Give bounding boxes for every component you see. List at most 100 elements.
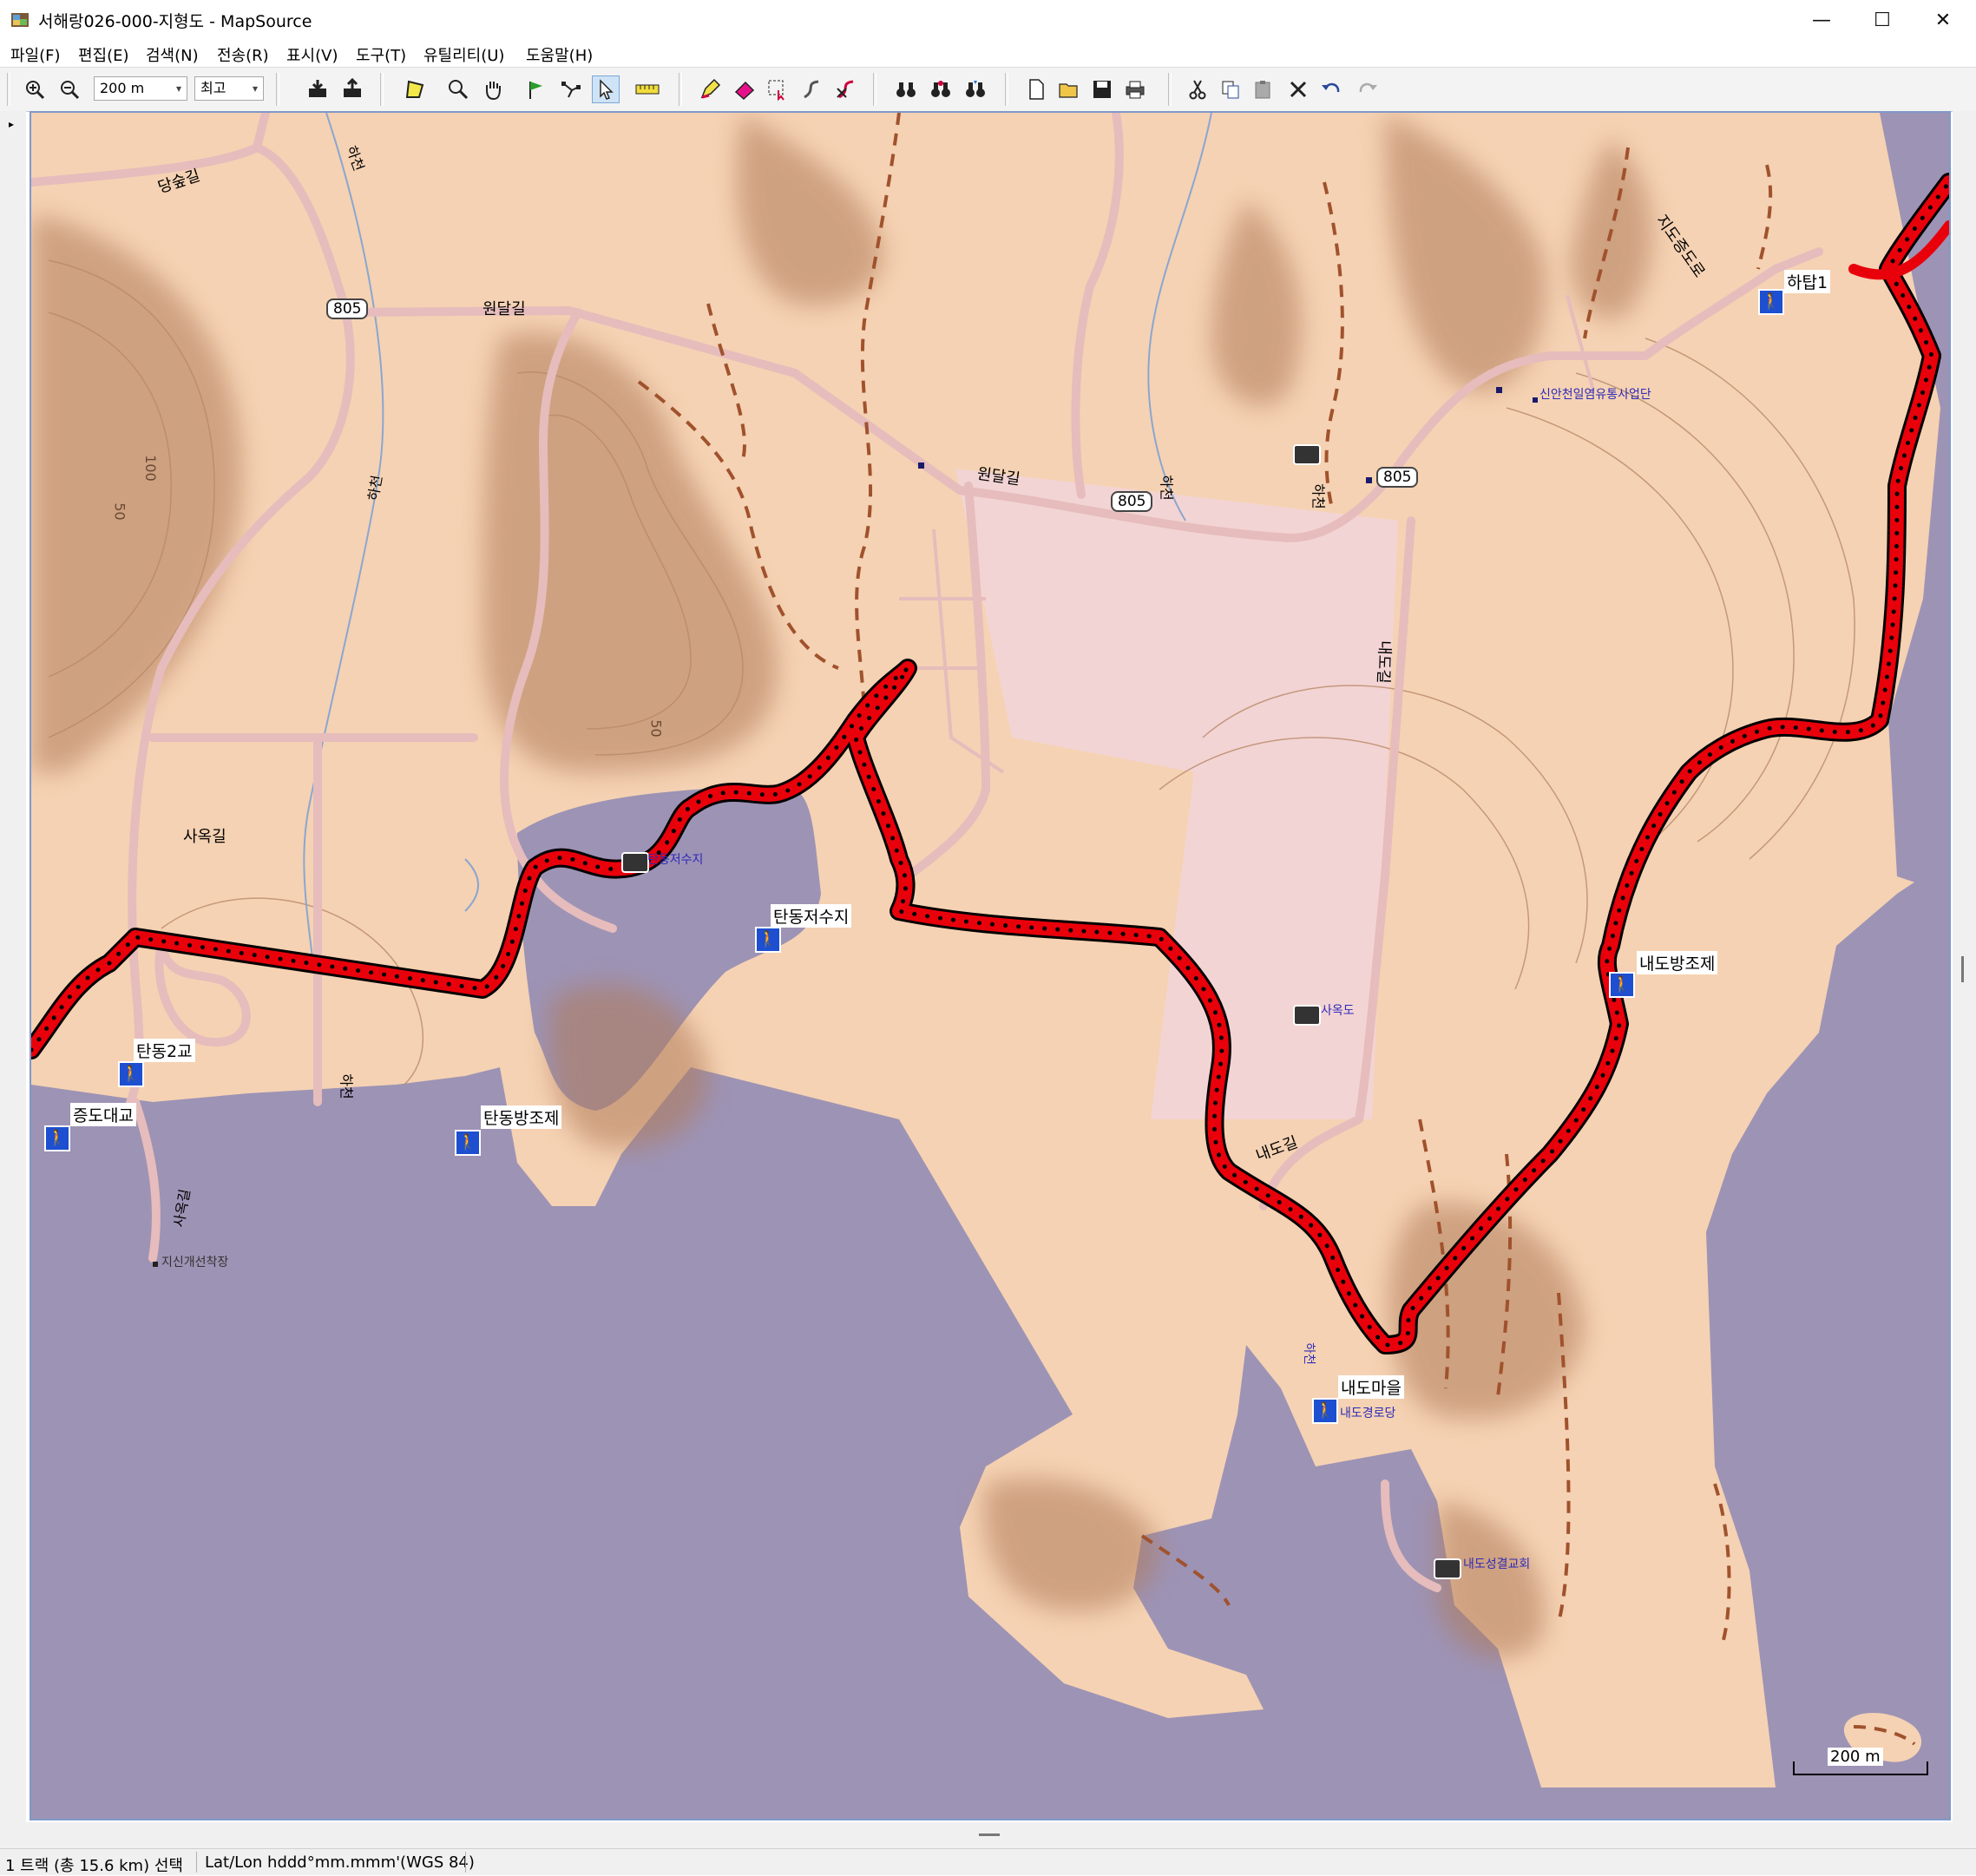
route-shield-number: 805 <box>1383 469 1412 486</box>
redo-button[interactable] <box>1354 75 1382 103</box>
copy-button[interactable] <box>1217 75 1244 103</box>
waypoint-marker[interactable]: 🚶 증도대교 <box>44 1103 136 1151</box>
camera-icon[interactable] <box>621 852 649 873</box>
waypoint-marker[interactable]: 🚶 내도방조제 <box>1609 951 1718 998</box>
minimize-button[interactable]: — <box>1793 0 1850 40</box>
eraser-icon <box>734 81 755 101</box>
waypoint-tool-button[interactable] <box>522 75 550 103</box>
poi-label: 신안천일염유통사업단 <box>1539 388 1651 402</box>
delete-button[interactable] <box>1284 75 1312 103</box>
new-file-button[interactable] <box>1022 75 1050 103</box>
new-document-icon <box>1029 79 1044 100</box>
hiker-icon: 🚶 <box>755 927 781 953</box>
map-view[interactable]: 805 805 805 당숲길 원달길 원달길 사옥길 내도길 내도길 지도증도… <box>30 111 1951 1820</box>
waypoint-marker[interactable]: 🚶 탄동2교 <box>118 1039 195 1087</box>
panel-expand-arrow-icon[interactable]: ▸ <box>9 118 14 130</box>
waypoint-label: 하탑1 <box>1784 270 1831 293</box>
scissors-icon <box>1189 80 1206 100</box>
poi-dot <box>1366 477 1372 483</box>
open-file-button[interactable] <box>1055 75 1083 103</box>
route-icon <box>561 82 581 98</box>
toolbar-separator <box>380 73 384 106</box>
mapsource-app-icon <box>11 13 29 27</box>
waypoint-label: 내도방조제 <box>1637 951 1718 974</box>
scale-bar: 200 m <box>1793 1748 1928 1775</box>
menu-utilities[interactable]: 유틸리티(U) <box>423 43 504 66</box>
detail-level-value: 최고 <box>200 80 226 96</box>
waypoint-marker[interactable]: 🚶 탄동방조제 <box>455 1105 562 1156</box>
send-device-icon <box>344 78 361 97</box>
zoom-in-button[interactable] <box>21 75 49 103</box>
scale-bar-label: 200 m <box>1828 1748 1883 1766</box>
bottom-splitter[interactable] <box>0 1822 1976 1848</box>
menu-view[interactable]: 표시(V) <box>286 43 338 66</box>
status-divider <box>196 1852 197 1873</box>
menu-tools[interactable]: 도구(T) <box>356 43 406 66</box>
printer-icon <box>1126 81 1145 99</box>
paste-button[interactable] <box>1250 75 1277 103</box>
find-places-button[interactable] <box>927 75 955 103</box>
divide-track-button[interactable] <box>831 75 859 103</box>
cut-button[interactable] <box>1184 75 1211 103</box>
menu-file[interactable]: 파일(F) <box>10 43 61 66</box>
find-button[interactable] <box>892 75 920 103</box>
route-shield-number: 805 <box>333 300 362 318</box>
contour-label: 100 <box>141 455 159 482</box>
waypoint-marker[interactable]: 🚶 탄동저수지 <box>755 904 852 953</box>
find-recent-button[interactable] <box>962 75 989 103</box>
magnifier-icon <box>449 80 469 100</box>
status-coordinates-format: Lat/Lon hddd°mm.mmm'(WGS 84) <box>205 1853 475 1872</box>
undo-icon <box>1322 82 1340 93</box>
splitter-handle[interactable] <box>1961 956 1964 982</box>
find-places-icon <box>931 81 950 97</box>
camera-icon[interactable] <box>1293 1005 1321 1026</box>
zoom-out-button[interactable] <box>56 75 83 103</box>
menu-transfer[interactable]: 전송(R) <box>217 43 269 66</box>
paste-icon <box>1255 81 1270 99</box>
splitter-handle[interactable] <box>979 1833 1000 1836</box>
select-tool-button[interactable] <box>592 75 620 103</box>
poi-label: 하천 <box>1301 1342 1316 1365</box>
chevron-down-icon: ▾ <box>175 82 181 95</box>
toolbar-separator <box>276 73 279 106</box>
redo-icon <box>1359 82 1377 93</box>
maximize-button[interactable]: ☐ <box>1854 0 1911 40</box>
menu-search[interactable]: 검색(N) <box>146 43 199 66</box>
copy-icon <box>1222 81 1239 99</box>
menu-edit[interactable]: 편집(E) <box>78 43 129 66</box>
road-label: 사옥길 <box>183 828 226 846</box>
draw-track-button[interactable] <box>696 75 724 103</box>
waypoint-marker[interactable]: 🚶 하탑1 <box>1758 270 1831 315</box>
menu-help[interactable]: 도움말(H) <box>526 43 593 66</box>
receive-from-device-button[interactable] <box>304 75 332 103</box>
waypoint-label: 탄동방조제 <box>481 1105 562 1129</box>
road-label: 원달길 <box>483 300 526 318</box>
measure-tool-button[interactable] <box>634 75 661 103</box>
detail-level-select[interactable]: 최고 ▾ <box>194 76 264 101</box>
eraser-tool-button[interactable] <box>731 75 758 103</box>
join-tracks-button[interactable] <box>797 75 824 103</box>
camera-icon[interactable] <box>1434 1558 1461 1579</box>
road-label: 하천 <box>1158 475 1175 501</box>
zoom-tool-button[interactable] <box>444 75 472 103</box>
undo-button[interactable] <box>1317 75 1345 103</box>
map-select-tool-button[interactable] <box>401 75 429 103</box>
camera-icon[interactable] <box>1293 444 1321 465</box>
hiker-icon: 🚶 <box>455 1130 481 1156</box>
find-recent-icon <box>966 81 985 97</box>
close-button[interactable]: ✕ <box>1914 0 1972 40</box>
zoom-scale-value: 200 m <box>100 80 145 96</box>
contour-label: 50 <box>647 719 665 738</box>
waypoint-marker[interactable]: 🚶 내도마을 <box>1312 1375 1404 1424</box>
select-area-button[interactable] <box>764 75 791 103</box>
hand-tool-button[interactable] <box>479 75 507 103</box>
waypoint-label: 탄동2교 <box>134 1039 195 1062</box>
zoom-scale-select[interactable]: 200 m ▾ <box>94 76 187 101</box>
print-button[interactable] <box>1121 75 1149 103</box>
send-to-device-button[interactable] <box>338 75 366 103</box>
save-file-button[interactable] <box>1088 75 1116 103</box>
poi-label: 지신개선착장 <box>161 1256 229 1269</box>
route-tool-button[interactable] <box>557 75 585 103</box>
right-scroll-strip[interactable] <box>1953 111 1976 1829</box>
ruler-icon <box>635 84 660 95</box>
